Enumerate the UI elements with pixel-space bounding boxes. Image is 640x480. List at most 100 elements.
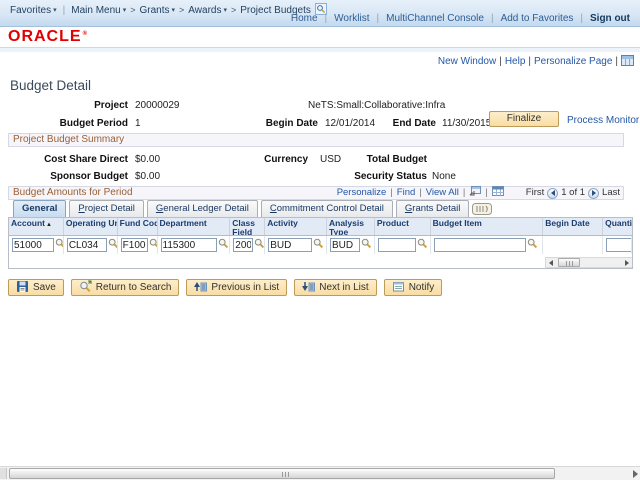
column-header-budget-item[interactable]: Budget Item <box>431 218 544 235</box>
activity-lookup-icon[interactable] <box>313 238 324 252</box>
column-header-product[interactable]: Product <box>375 218 431 235</box>
class-field-input[interactable] <box>233 238 254 252</box>
utility-divider: | <box>324 13 328 24</box>
worklist-link[interactable]: Worklist <box>334 13 369 24</box>
column-header-analysis-type[interactable]: Analysis Type <box>327 218 375 235</box>
column-header-department[interactable]: Department <box>158 218 231 235</box>
grid-bar-divider: | <box>419 187 422 198</box>
sponsor-budget-value: $0.00 <box>135 171 161 182</box>
personalize-page-link[interactable]: Personalize Page <box>534 56 612 67</box>
column-header-operating-unit[interactable]: Operating Unit <box>64 218 118 235</box>
budget-item-input[interactable] <box>433 238 526 252</box>
pager-first-icon[interactable] <box>547 187 559 199</box>
department-input[interactable] <box>160 238 217 252</box>
next-in-list-button[interactable]: Next in List <box>294 279 377 296</box>
account-input[interactable] <box>12 238 54 252</box>
help-link[interactable]: Help <box>505 56 526 67</box>
process-monitor-link[interactable]: Process Monitor <box>567 115 639 126</box>
return-to-search-icon <box>79 280 92 296</box>
project-label: Project <box>94 100 128 111</box>
fund-code-cell <box>118 236 158 254</box>
finalize-button[interactable]: Finalize <box>489 111 559 127</box>
multichannel-console-link[interactable]: MultiChannel Console <box>386 13 484 24</box>
account-cell <box>9 236 64 254</box>
tab-project-detail[interactable]: Project Detail <box>69 200 144 217</box>
column-header-account[interactable]: Account <box>9 218 64 235</box>
project-id-value: 20000029 <box>135 100 180 111</box>
page-scroll-right-icon[interactable] <box>633 470 638 478</box>
grid-data-row <box>9 236 632 254</box>
analysis-type-input[interactable] <box>329 238 360 252</box>
column-header-quantity[interactable]: Quantity <box>603 218 632 235</box>
column-header-fund-code[interactable]: Fund Code <box>118 218 158 235</box>
pager-last-icon[interactable] <box>588 187 600 199</box>
column-header-begin-date[interactable]: Begin Date <box>543 218 604 235</box>
page-horizontal-scrollbar[interactable] <box>0 466 640 480</box>
column-header-activity[interactable]: Activity <box>265 218 327 235</box>
previous-in-list-button[interactable]: Previous in List <box>186 279 288 296</box>
product-input[interactable] <box>377 238 416 252</box>
breadcrumb-awards[interactable]: Awards <box>188 5 227 16</box>
previous-in-list-label: Previous in List <box>211 282 280 293</box>
column-header-account-label[interactable]: Account <box>11 218 52 228</box>
analysis-type-lookup-icon[interactable] <box>361 238 372 252</box>
fund-code-input[interactable] <box>120 238 148 252</box>
product-lookup-icon[interactable] <box>417 238 428 252</box>
view-all-link[interactable]: View All <box>426 187 459 199</box>
grid-horizontal-scrollbar[interactable] <box>545 257 632 268</box>
fund-code-lookup-icon[interactable] <box>149 238 157 252</box>
page-links: New Window | Help | Personalize Page | <box>438 55 634 69</box>
grid-scroll-thumb[interactable] <box>558 258 580 267</box>
add-to-favorites-link[interactable]: Add to Favorites <box>501 13 574 24</box>
operating-unit-cell <box>64 236 118 254</box>
save-button[interactable]: Save <box>8 279 64 296</box>
budget-period-label: Budget Period <box>59 118 128 129</box>
grid-scroll-right-icon[interactable] <box>622 258 632 267</box>
zoom-popup-icon[interactable] <box>469 186 482 200</box>
find-link[interactable]: Find <box>397 187 415 199</box>
operating-unit-lookup-icon[interactable] <box>108 238 117 252</box>
account-lookup-icon[interactable] <box>55 238 63 252</box>
department-lookup-icon[interactable] <box>218 238 229 252</box>
tab-grants-detail[interactable]: Grants Detail <box>395 200 470 217</box>
total-budget-label: Total Budget <box>366 154 427 165</box>
grid-scroll-left-icon[interactable] <box>546 258 556 267</box>
show-all-tabs-icon[interactable] <box>472 203 493 218</box>
page-links-divider: | <box>528 56 531 67</box>
new-window-link[interactable]: New Window <box>438 56 496 67</box>
return-to-search-button[interactable]: Return to Search <box>70 279 180 296</box>
home-link[interactable]: Home <box>291 13 318 24</box>
tab-general[interactable]: General <box>13 200 67 217</box>
grid-header-row: Account Operating Unit Fund Code Departm… <box>9 218 632 236</box>
activity-input[interactable] <box>268 238 313 252</box>
project-budget-summary-header: Project Budget Summary <box>8 133 624 147</box>
grid-bar-divider: | <box>390 187 393 198</box>
grid-bar-divider: | <box>485 187 488 198</box>
class-field-lookup-icon[interactable] <box>254 238 265 252</box>
budget-grid: Account Operating Unit Fund Code Departm… <box>8 217 633 269</box>
tab-general-ledger-detail[interactable]: General Ledger Detail <box>146 200 258 217</box>
personalize-link[interactable]: Personalize <box>337 187 387 199</box>
page-scroll-thumb[interactable] <box>9 468 555 479</box>
grid-action-bar: Personalize | Find | View All | | First 1 of 1… <box>337 186 620 200</box>
cost-share-direct-value: $0.00 <box>135 154 161 165</box>
project-name-value: NeTS:Small:Collaborative:Infra <box>308 100 446 111</box>
next-in-list-label: Next in List <box>319 282 369 293</box>
budget-period-value: 1 <box>135 118 141 129</box>
quantity-input[interactable] <box>606 238 632 252</box>
main-menu[interactable]: Main Menu <box>71 5 126 16</box>
next-in-list-icon <box>302 280 316 296</box>
breadcrumb-grants[interactable]: Grants <box>140 5 176 16</box>
download-grid-icon[interactable] <box>491 186 504 200</box>
notify-button[interactable]: Notify <box>383 279 443 296</box>
sign-out-link[interactable]: Sign out <box>590 13 630 24</box>
end-date-label: End Date <box>392 118 436 129</box>
budget-item-lookup-icon[interactable] <box>527 238 538 252</box>
personalize-layout-icon[interactable] <box>621 55 634 69</box>
tab-commitment-control-detail[interactable]: Commitment Control Detail <box>260 200 393 217</box>
favorites-menu[interactable]: Favorites <box>10 5 57 16</box>
column-header-class-field[interactable]: Class Field <box>230 218 266 235</box>
operating-unit-input[interactable] <box>66 238 107 252</box>
previous-in-list-icon <box>194 280 208 296</box>
utility-links: Home | Worklist | MultiChannel Console | Add t… <box>291 13 630 24</box>
